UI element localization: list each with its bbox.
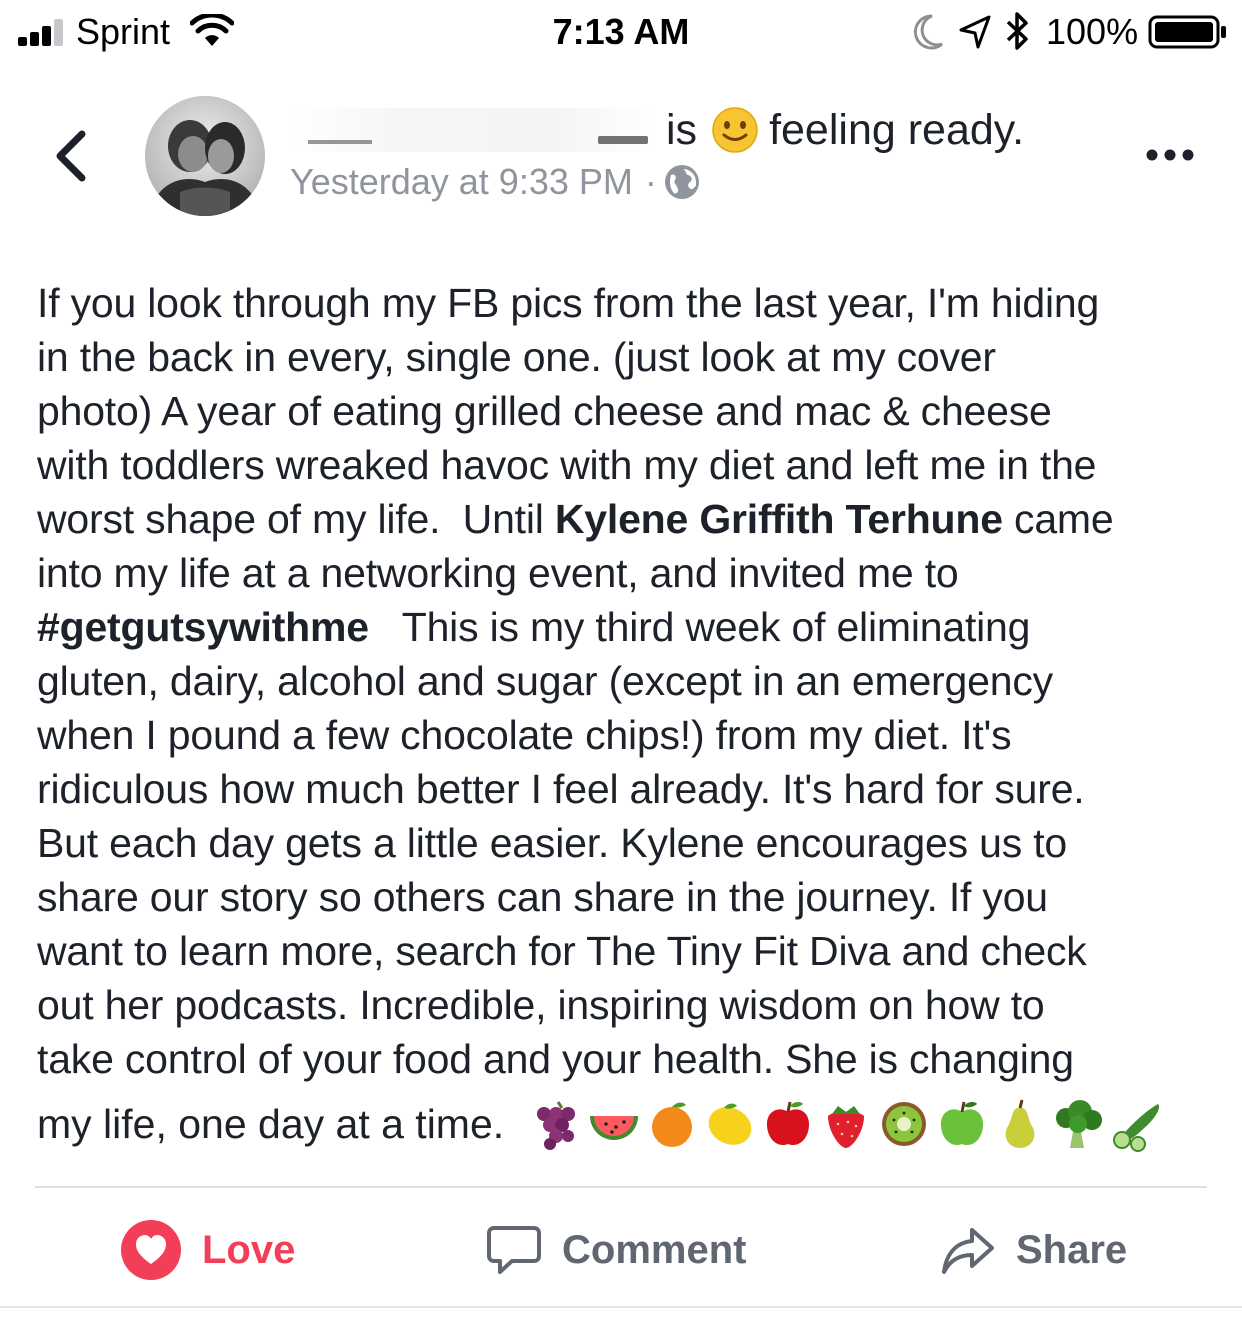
watermelon-icon xyxy=(590,1116,639,1140)
post-text-line-with-hashtag: #getgutsywithme This is my third week of… xyxy=(37,600,1217,654)
share-label: Share xyxy=(1016,1227,1128,1272)
comment-button[interactable]: Comment xyxy=(486,1218,746,1282)
share-arrow-icon xyxy=(942,1228,994,1274)
smiley-face-icon xyxy=(712,107,758,153)
post-text-line: out her podcasts. Incredible, inspiring … xyxy=(37,982,1045,1028)
post-text-line: into my life at a networking event, and … xyxy=(37,550,959,596)
cucumber-icon xyxy=(1113,1104,1160,1152)
location-arrow-icon xyxy=(959,15,991,49)
lemon-icon xyxy=(708,1103,752,1145)
post-text: If you look through my FB pics from the … xyxy=(37,276,1217,1086)
text-segment: This is my third week of eliminating xyxy=(368,604,1031,650)
post-meta: Yesterday at 9:33 PM · xyxy=(290,158,701,206)
love-label: Love xyxy=(202,1227,296,1272)
post-text-line-with-mention: worst shape of my life. Until Kylene Gri… xyxy=(37,492,1217,546)
share-button[interactable]: Share xyxy=(940,1218,1127,1282)
feeling-line: is feeling ready. xyxy=(666,100,1024,160)
post-text-line: in the back in every, single one. (just … xyxy=(37,334,996,380)
post-text-last-line: my life, one day at a time. xyxy=(37,1094,1166,1154)
feeling-text[interactable]: feeling ready. xyxy=(769,106,1024,155)
post-text-line: ridiculous how much better I feel alread… xyxy=(37,766,1085,812)
post-text-line: share our story so others can share in t… xyxy=(37,874,1048,920)
post-text-line: when I pound a few chocolate chips!) fro… xyxy=(37,712,1012,758)
strawberry-icon xyxy=(828,1106,865,1148)
post-text-line: with toddlers wreaked havoc with my diet… xyxy=(37,442,1097,488)
comment-bubble-icon xyxy=(487,1226,541,1274)
bottom-divider xyxy=(0,1306,1242,1308)
post-text-line: gluten, dairy, alcohol and sugar (except… xyxy=(37,658,1053,704)
back-chevron-icon[interactable] xyxy=(44,120,100,192)
post-text-line: take control of your food and your healt… xyxy=(37,1036,1074,1082)
feeling-prefix: is xyxy=(666,105,698,154)
post-text-line: want to learn more, search for The Tiny … xyxy=(37,928,1087,974)
facebook-post-screen: Sprint 7:13 AM 100% is feeling ready. Ye… xyxy=(0,0,1242,1336)
actions-divider xyxy=(35,1186,1207,1188)
kiwi-icon xyxy=(882,1102,927,1146)
post-text-line: But each day gets a little easier. Kylen… xyxy=(37,820,1067,866)
post-text-line: photo) A year of eating grilled cheese a… xyxy=(37,388,1052,434)
bluetooth-icon xyxy=(1006,12,1028,50)
broccoli-icon xyxy=(1056,1100,1103,1148)
public-globe-icon[interactable] xyxy=(663,163,701,201)
text-segment: worst shape of my life. Until xyxy=(37,496,555,542)
post-text-line: my life, one day at a time. xyxy=(37,1100,505,1147)
comment-label: Comment xyxy=(562,1227,747,1272)
pear-icon xyxy=(1005,1099,1035,1148)
post-timestamp[interactable]: Yesterday at 9:33 PM xyxy=(290,161,633,203)
avatar[interactable] xyxy=(145,96,265,216)
mention-link[interactable]: Kylene Griffith Terhune xyxy=(555,496,1003,542)
text-segment: came xyxy=(1002,496,1114,542)
battery-percentage: 100% xyxy=(1046,11,1139,52)
redacted-author-name xyxy=(288,108,658,152)
green-apple-icon xyxy=(941,1101,984,1146)
love-button[interactable]: Love xyxy=(120,1218,295,1282)
status-bar: Sprint 7:13 AM 100% xyxy=(0,0,1242,64)
apple-icon xyxy=(767,1101,810,1146)
post-text-line: If you look through my FB pics from the … xyxy=(37,280,1100,326)
fruit-emoji-row xyxy=(528,1096,1166,1152)
more-options-icon[interactable] xyxy=(1140,130,1200,180)
meta-separator: · xyxy=(644,161,657,202)
hashtag-link[interactable]: #getgutsywithme xyxy=(37,604,369,650)
love-heart-icon xyxy=(121,1220,181,1280)
battery-icon xyxy=(1148,15,1226,49)
avatar-photo xyxy=(145,96,265,216)
do-not-disturb-moon-icon xyxy=(913,14,943,50)
orange-icon xyxy=(652,1102,693,1147)
grapes-icon xyxy=(537,1101,576,1150)
